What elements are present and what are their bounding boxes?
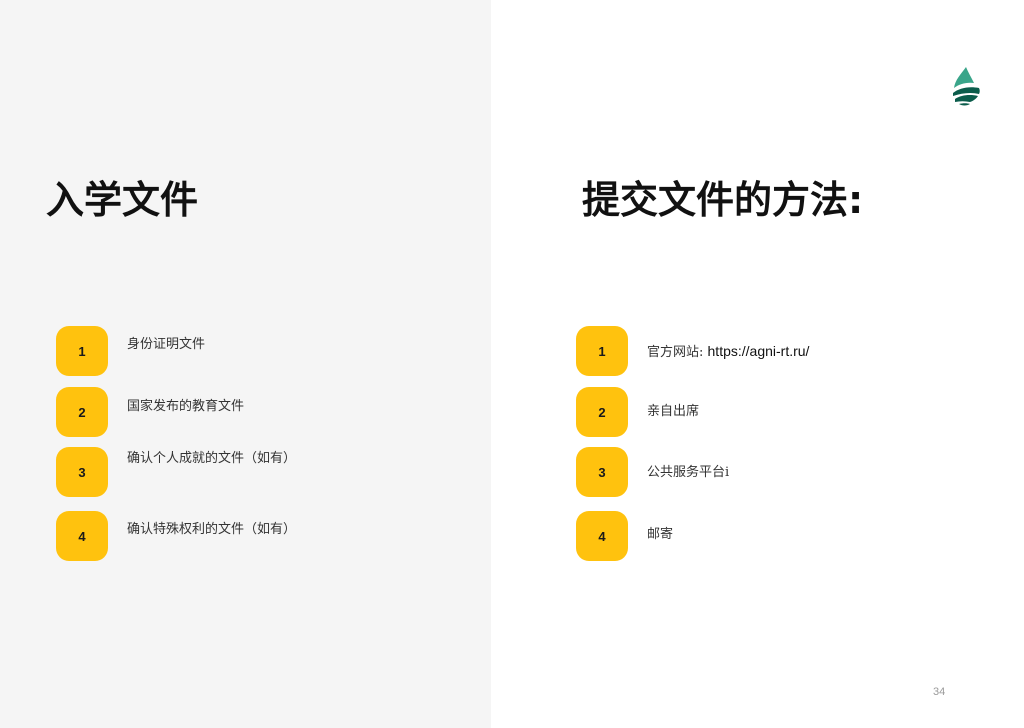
left-item-4-text: 确认特殊权利的文件（如有） xyxy=(127,522,297,537)
page-number: 34 xyxy=(933,686,946,698)
right-item-3-text: 公共服务平台i xyxy=(647,465,730,480)
official-website-link[interactable]: https://agni-rt.ru/ xyxy=(708,343,810,359)
right-item-4-text: 邮寄 xyxy=(647,527,674,542)
left-item-1-number-badge: 1 xyxy=(56,326,108,376)
right-item-4-number-badge: 4 xyxy=(576,511,628,561)
left-item-1-text: 身份证明文件 xyxy=(127,337,206,352)
right-item-1-text: 官方网站: https://agni-rt.ru/ xyxy=(647,342,809,362)
left-item-2-text: 国家发布的教育文件 xyxy=(127,399,245,414)
official-website-label: 官方网站: xyxy=(647,345,708,360)
left-item-4-number-badge: 4 xyxy=(56,511,108,561)
right-item-1-number-badge: 1 xyxy=(576,326,628,376)
green-drop-logo-icon xyxy=(953,67,980,106)
left-item-3-text: 确认个人成就的文件（如有） xyxy=(127,451,297,466)
right-item-2-number-badge: 2 xyxy=(576,387,628,437)
right-item-3-number-badge: 3 xyxy=(576,447,628,497)
right-title: 提交文件的方法: xyxy=(582,178,864,222)
left-item-3-number-badge: 3 xyxy=(56,447,108,497)
left-item-2-number-badge: 2 xyxy=(56,387,108,437)
right-item-2-text: 亲自出席 xyxy=(647,404,700,419)
left-title: 入学文件 xyxy=(46,178,199,222)
